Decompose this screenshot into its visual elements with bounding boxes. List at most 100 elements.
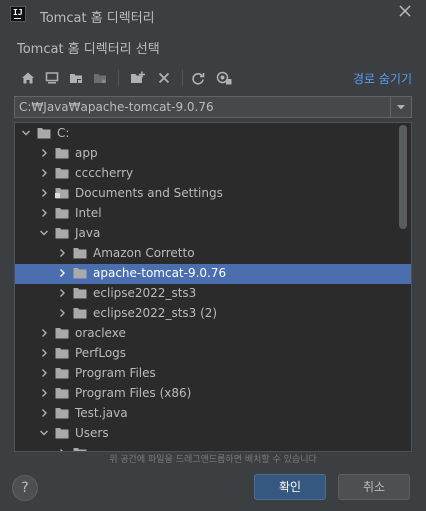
tree-row[interactable]: eclipse2022_sts3 [15,284,411,304]
chevron-down-icon [397,105,405,110]
expand-down-icon[interactable] [21,128,31,138]
tree-row-label: oraclexe [75,326,126,340]
tree-row-label: eclipse2022_sts3 (2) [93,306,218,320]
tree-row[interactable]: eclipse2022_sts3 (2) [15,304,411,324]
tree-row[interactable]: app [15,144,411,164]
delete-icon [158,72,170,84]
delete-button[interactable] [154,68,174,88]
folder-link-icon [55,188,69,199]
folder-icon [55,208,69,219]
help-button[interactable]: ? [12,475,38,501]
new-folder-icon [131,71,145,83]
tree-row[interactable]: ccccherry [15,164,411,184]
tree-row[interactable]: Java [15,224,411,244]
expand-right-icon[interactable] [39,168,49,178]
refresh-icon [192,72,205,85]
toolbar: 경로 숨기기 [14,64,412,92]
tree-row[interactable]: Documents and Settings [15,184,411,204]
tree-row[interactable]: oraclexe [15,324,411,344]
tree-row-label: Test.java [75,406,128,420]
intellij-logo-icon: IJ [10,6,26,22]
module-folder-button[interactable] [90,68,110,88]
title-bar: IJ Tomcat 홈 디렉터리 [0,0,426,30]
tree-row[interactable]: Intel [15,204,411,224]
cancel-button[interactable]: 취소 [338,474,410,500]
folder-icon [55,228,69,239]
desktop-button[interactable] [42,68,62,88]
path-input[interactable]: C:₩Java₩apache-tomcat-9.0.76 [14,96,394,118]
expand-down-icon[interactable] [39,428,49,438]
logo-text: IJ [13,8,23,17]
window-title: Tomcat 홈 디렉터리 [40,11,155,26]
tree-row-label: Users [75,426,109,440]
expand-right-icon[interactable] [57,268,67,278]
tree-row[interactable]: Program Files [15,364,411,384]
tree-row-label: app [75,146,98,160]
refresh-button[interactable] [188,68,208,88]
folder-icon [73,248,87,259]
expand-right-icon[interactable] [39,408,49,418]
toolbar-separator [118,70,119,86]
expand-down-icon[interactable] [39,228,49,238]
expand-right-icon[interactable] [39,148,49,158]
tree-row[interactable]: C: [15,124,411,144]
tree-row-label: Intel [75,206,102,220]
path-value: C:₩Java₩apache-tomcat-9.0.76 [19,100,214,114]
folder-icon [37,128,51,139]
expand-right-icon[interactable] [39,388,49,398]
module-folder-icon [94,74,106,83]
close-icon [399,5,411,17]
home-button[interactable] [18,68,38,88]
folder-icon [55,148,69,159]
close-button[interactable] [398,3,412,22]
folder-icon [73,308,87,319]
expand-right-icon[interactable] [39,348,49,358]
tree-row-label: Program Files (x86) [75,386,192,400]
tree-row[interactable]: Program Files (x86) [15,384,411,404]
tree-row-label: Documents and Settings [75,186,223,200]
folder-icon [55,328,69,339]
show-hidden-icon [216,71,232,85]
path-history-dropdown[interactable] [390,96,412,118]
tree-row-label: Java [75,226,101,240]
tree-row[interactable]: Amazon Corretto [15,244,411,264]
expand-right-icon[interactable] [57,248,67,258]
tree-row-label: Program Files [75,366,156,380]
hide-path-link[interactable]: 경로 숨기기 [353,70,412,87]
file-tree[interactable]: C: app ccccherry Documents and Settings Inte… [14,122,412,452]
folder-icon [55,388,69,399]
tree-row-label: eclipse2022_sts3 [93,286,197,300]
tree-row[interactable] [15,444,411,451]
project-folder-button[interactable] [66,68,86,88]
dialog-subtitle: Tomcat 홈 디렉터리 선택 [17,42,160,57]
desktop-icon [45,72,59,84]
toolbar-separator [182,70,183,86]
new-folder-button[interactable] [128,68,148,88]
project-folder-icon [70,74,82,83]
expand-right-icon[interactable] [39,368,49,378]
expand-right-icon[interactable] [57,308,67,318]
tree-row[interactable]: Users [15,424,411,444]
folder-icon [55,428,69,439]
folder-icon [55,348,69,359]
expand-right-icon[interactable] [39,328,49,338]
folder-icon [55,168,69,179]
expand-right-icon[interactable] [39,188,49,198]
tree-row-label: Amazon Corretto [93,246,195,260]
tree-row[interactable]: apache-tomcat-9.0.76 [15,264,411,284]
folder-icon [73,288,87,299]
folder-icon [55,368,69,379]
expand-right-icon[interactable] [39,208,49,218]
expand-right-icon[interactable] [57,288,67,298]
show-hidden-button[interactable] [214,68,234,88]
drop-hint: 위 공간에 파일을 드래그앤드롭하면 배치할 수 있습니다 [109,455,317,465]
tree-row-label: C: [57,126,70,140]
tree-row[interactable]: PerfLogs [15,344,411,364]
folder-icon [73,268,87,279]
tree-row[interactable]: Test.java [15,404,411,424]
folder-icon [55,408,69,419]
home-icon [22,72,34,84]
tree-row-label: PerfLogs [75,346,127,360]
tree-row-label: ccccherry [75,166,134,180]
ok-button[interactable]: 확인 [254,474,326,500]
